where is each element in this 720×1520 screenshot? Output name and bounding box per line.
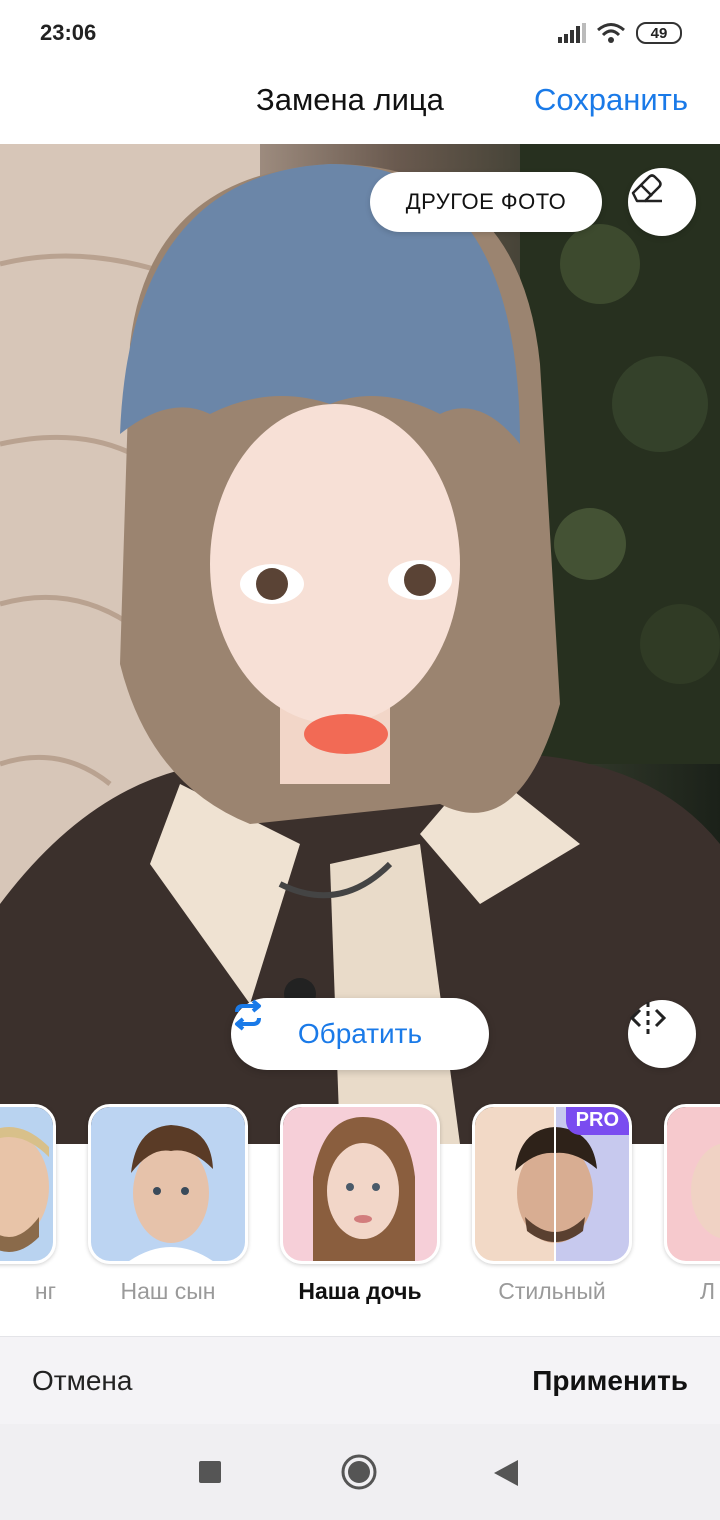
save-button[interactable]: Сохранить — [534, 82, 688, 118]
compare-split-icon — [629, 1002, 667, 1034]
apply-button[interactable]: Применить — [532, 1365, 688, 1397]
triangle-back-icon — [494, 1460, 518, 1486]
other-photo-button[interactable]: ДРУГОЕ ФОТО — [370, 172, 602, 232]
photo-illustration — [0, 144, 720, 1144]
filter-item[interactable]: Наш сын — [88, 1104, 248, 1305]
filter-carousel[interactable]: нг Наш сын Наша дочь PRO Стильный Л — [0, 1104, 720, 1336]
square-icon — [199, 1461, 221, 1483]
pro-badge: PRO — [565, 1107, 629, 1135]
filter-label: Стильный — [498, 1278, 606, 1304]
page-title: Замена лица — [256, 82, 444, 117]
filter-item-selected[interactable]: Наша дочь — [280, 1104, 440, 1305]
filter-label: нг — [34, 1278, 56, 1304]
filter-thumbnail — [280, 1104, 440, 1264]
app-header: Замена лица Сохранить — [0, 70, 720, 144]
filter-item[interactable]: PRO Стильный — [472, 1104, 632, 1305]
status-bar: 23:06 49 — [0, 0, 720, 70]
swap-arrows-icon — [235, 999, 261, 1031]
status-time: 23:06 — [40, 20, 97, 45]
revert-button[interactable]: Обратить — [231, 998, 489, 1070]
filter-label: Л — [700, 1278, 716, 1304]
filter-label: Наша дочь — [298, 1278, 422, 1304]
wifi-icon — [597, 23, 625, 43]
revert-label: Обратить — [297, 1018, 423, 1049]
filter-thumbnail — [0, 1104, 56, 1264]
eraser-button[interactable] — [628, 168, 696, 236]
filter-label: Наш сын — [120, 1278, 216, 1304]
filter-thumbnail — [664, 1104, 720, 1264]
cancel-button[interactable]: Отмена — [32, 1365, 132, 1397]
filter-item[interactable]: нг — [0, 1104, 56, 1305]
compare-button[interactable] — [628, 1000, 696, 1068]
back-button[interactable] — [494, 1460, 518, 1491]
photo-preview: ДРУГОЕ ФОТО Обратить — [0, 144, 720, 1144]
battery-indicator: 49 — [636, 22, 682, 44]
system-nav-bar — [0, 1424, 720, 1520]
signal-icon — [558, 23, 586, 43]
action-bar: Отмена Применить — [0, 1336, 720, 1424]
eraser-icon — [631, 174, 662, 203]
filter-item[interactable]: Л — [664, 1104, 720, 1305]
filter-thumbnail: PRO — [472, 1104, 632, 1264]
home-button[interactable] — [341, 1454, 377, 1495]
recents-button[interactable] — [199, 1461, 221, 1488]
filter-thumbnail — [88, 1104, 248, 1264]
status-icons: 49 — [558, 22, 682, 44]
circle-icon — [341, 1454, 377, 1490]
